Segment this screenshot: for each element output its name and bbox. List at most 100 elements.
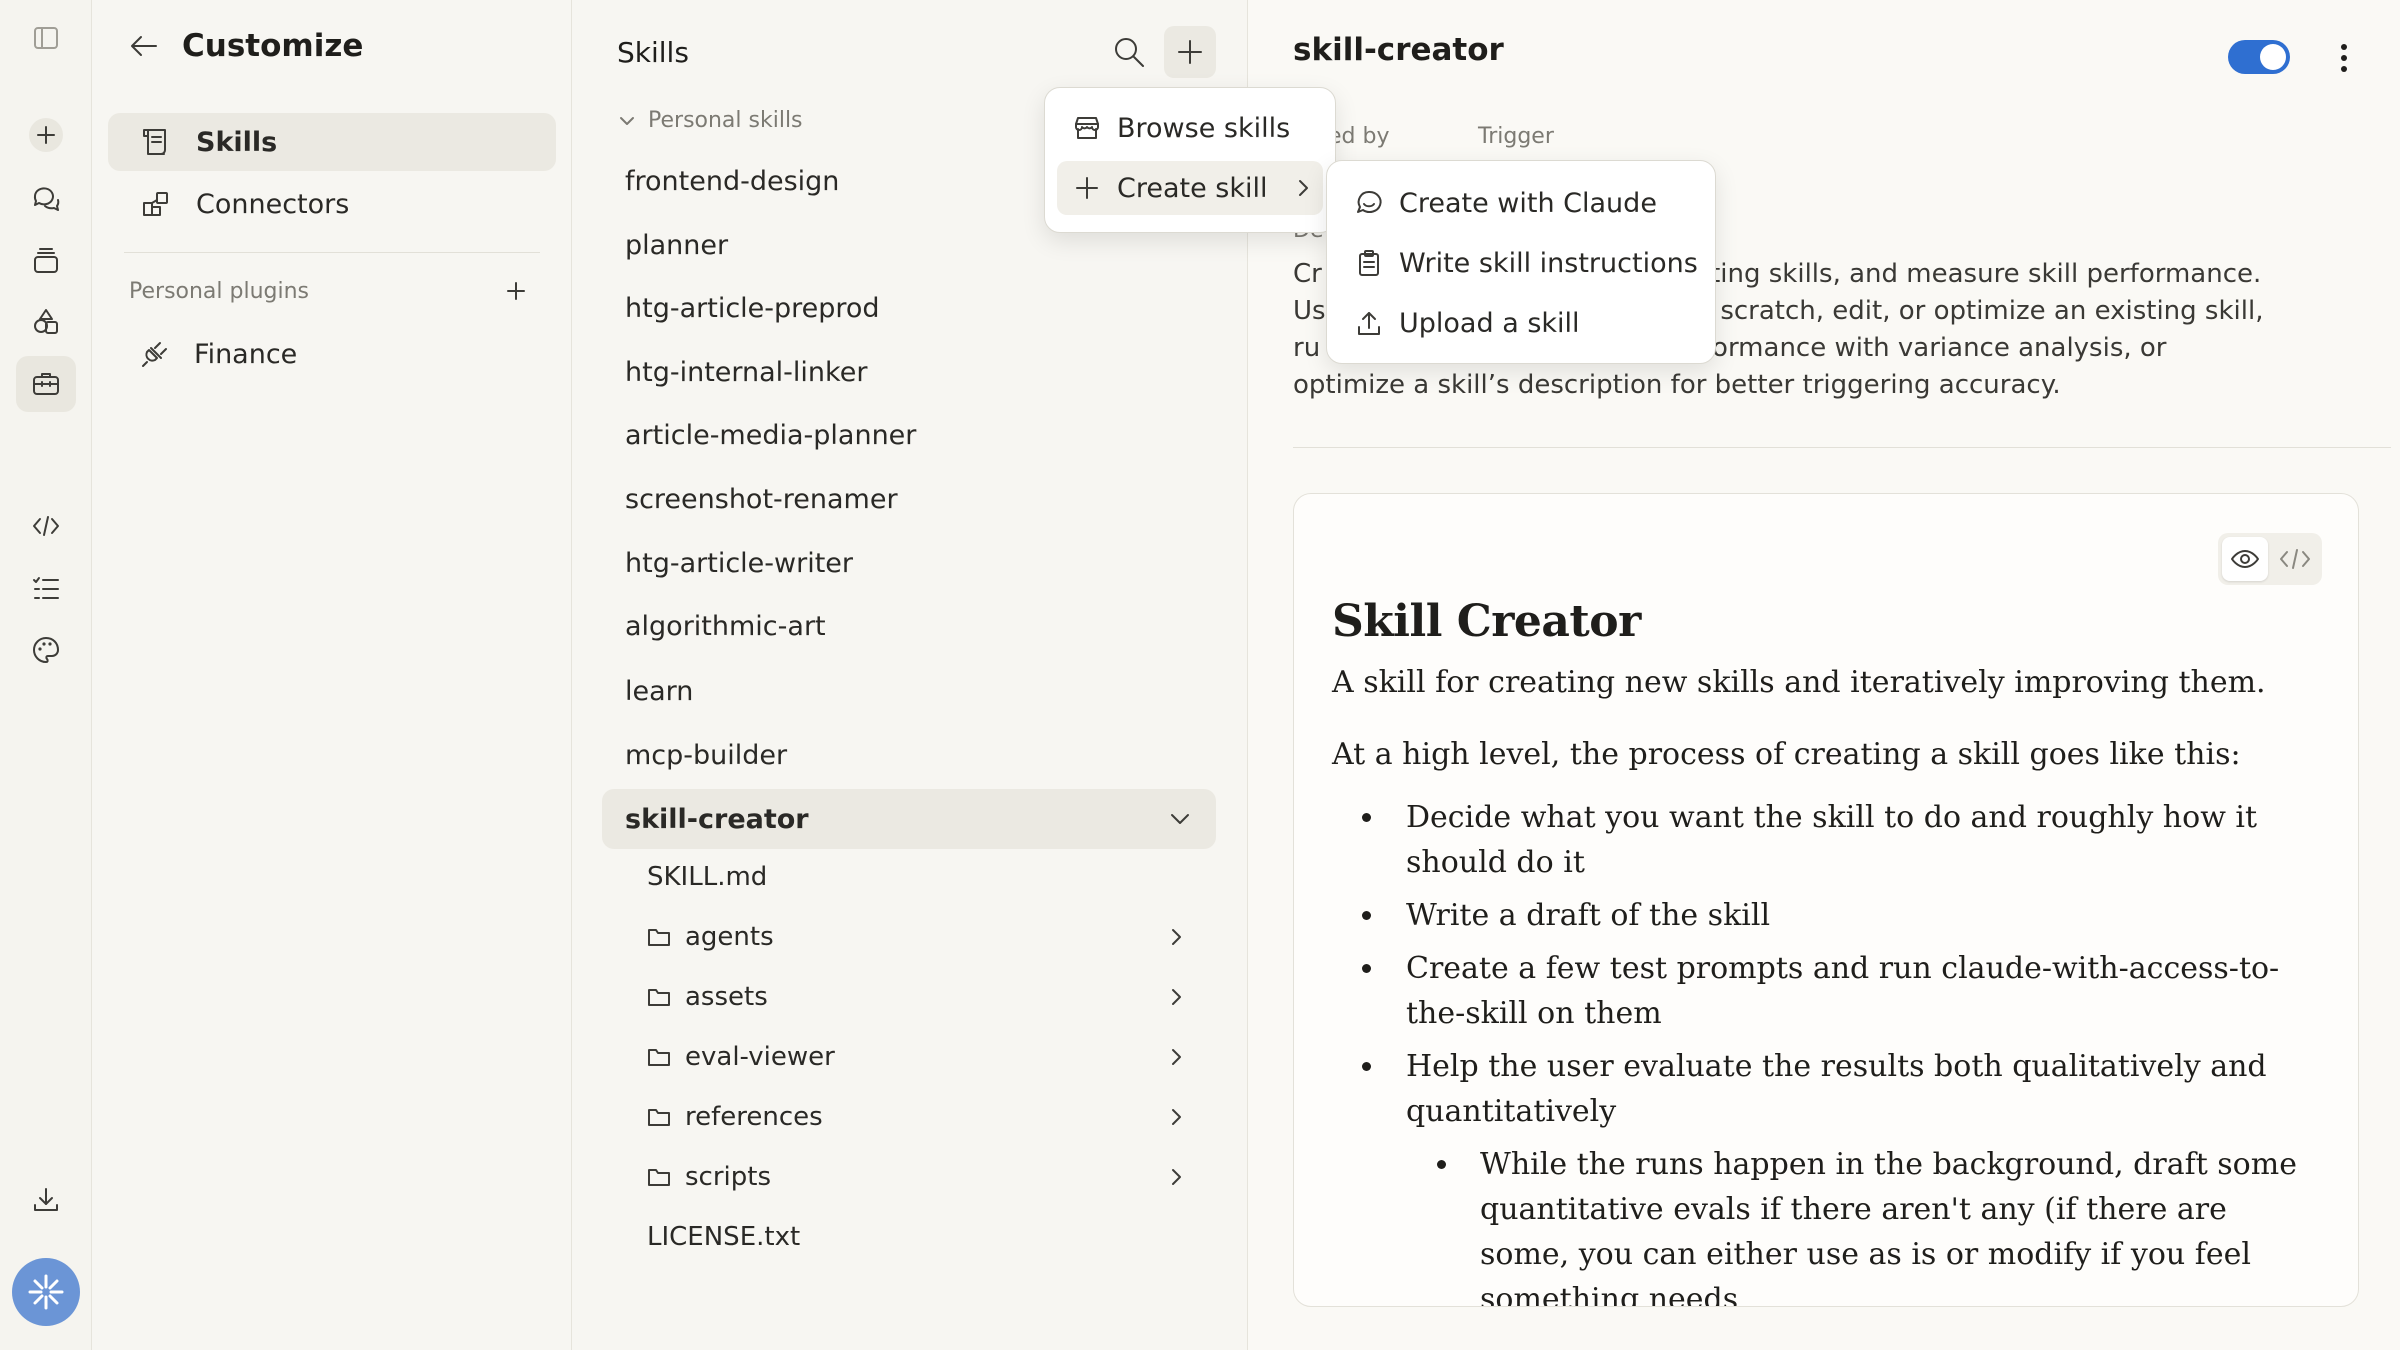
skill-item-selected[interactable]: skill-creator	[602, 789, 1216, 849]
skill-item[interactable]: htg-internal-linker	[602, 342, 1216, 402]
chats-icon[interactable]	[16, 170, 76, 226]
chevron-right-icon	[1165, 986, 1187, 1008]
file-name: SKILL.md	[647, 862, 768, 892]
menu-item-upload-skill[interactable]: Upload a skill	[1339, 296, 1703, 350]
skill-document-card: Skill Creator A skill for creating new s…	[1293, 493, 2359, 1307]
folder-item[interactable]: scripts	[647, 1152, 1187, 1202]
plugin-item-finance[interactable]: Finance	[108, 325, 556, 383]
palette-icon[interactable]	[16, 622, 76, 678]
folder-icon	[647, 1165, 671, 1189]
nav-item-skills[interactable]: Skills	[108, 113, 556, 171]
menu-item-label: Browse skills	[1117, 112, 1291, 144]
file-item[interactable]: LICENSE.txt	[647, 1212, 1187, 1262]
plugin-label: Finance	[194, 338, 298, 370]
menu-item-label: Write skill instructions	[1399, 247, 1698, 279]
folder-item[interactable]: eval-viewer	[647, 1032, 1187, 1082]
folder-name: agents	[685, 922, 774, 952]
artifacts-icon[interactable]	[16, 294, 76, 350]
claude-logo-icon	[28, 1274, 64, 1310]
connectors-icon	[140, 188, 172, 220]
plus-icon	[1073, 174, 1101, 202]
chevron-right-icon	[1165, 1046, 1187, 1068]
search-icon[interactable]	[1107, 30, 1151, 74]
add-plugin-icon[interactable]	[503, 278, 529, 304]
skill-document-body: Skill Creator A skill for creating new s…	[1332, 590, 2322, 1306]
clipboard-icon	[1355, 249, 1383, 277]
skills-title: Skills	[617, 36, 689, 69]
projects-icon[interactable]	[16, 233, 76, 289]
section-label: Personal plugins	[129, 278, 310, 304]
skill-item[interactable]: article-media-planner	[602, 405, 1216, 465]
nav-item-connectors[interactable]: Connectors	[108, 175, 556, 233]
avatar[interactable]	[12, 1258, 80, 1326]
skill-item[interactable]: learn	[602, 661, 1216, 721]
code-icon[interactable]	[16, 498, 76, 554]
view-mode-toggle	[2218, 533, 2322, 585]
new-chat-icon[interactable]	[16, 107, 76, 163]
chevron-right-icon	[1165, 926, 1187, 948]
menu-item-label: Create with Claude	[1399, 187, 1657, 219]
skill-enabled-toggle[interactable]	[2228, 40, 2290, 74]
document-heading: Skill Creator	[1332, 596, 1641, 647]
folder-item[interactable]: assets	[647, 972, 1187, 1022]
chevron-down-icon	[618, 112, 636, 130]
menu-item-label: Upload a skill	[1399, 307, 1580, 339]
menu-item-label: Create skill	[1117, 172, 1268, 204]
folder-item[interactable]: agents	[647, 912, 1187, 962]
nav-item-label: Connectors	[196, 188, 350, 220]
file-item[interactable]: SKILL.md	[647, 852, 1187, 902]
list-item: Write a draft of the skill	[1332, 893, 2322, 938]
list-item: Help the user evaluate the results both …	[1332, 1044, 2322, 1134]
list-item: Create a few test prompts and run claude…	[1332, 946, 2322, 1036]
divider	[1293, 447, 2391, 448]
folder-icon	[647, 1045, 671, 1069]
chat-bubble-icon	[1355, 189, 1383, 217]
page-title: Customize	[182, 28, 364, 64]
document-steps-list: Decide what you want the skill to do and…	[1332, 795, 2322, 1306]
skill-item[interactable]: mcp-builder	[602, 725, 1216, 785]
store-icon	[1073, 114, 1101, 142]
list-item: While the runs happen in the background,…	[1332, 1142, 2322, 1306]
divider	[124, 252, 540, 253]
customize-header: Customize	[128, 28, 363, 64]
back-arrow-icon[interactable]	[128, 30, 160, 62]
folder-name: eval-viewer	[685, 1042, 835, 1072]
plug-icon	[140, 339, 170, 369]
chevron-down-icon[interactable]	[1168, 807, 1192, 831]
customize-icon[interactable]	[16, 356, 76, 412]
menu-item-create-with-claude[interactable]: Create with Claude	[1339, 176, 1703, 230]
folder-name: assets	[685, 982, 768, 1012]
upload-icon	[1355, 309, 1383, 337]
tasks-icon[interactable]	[16, 561, 76, 617]
folder-name: scripts	[685, 1162, 771, 1192]
document-overview: At a high level, the process of creating…	[1332, 737, 2241, 772]
sidebar-toggle-icon[interactable]	[16, 10, 76, 66]
folder-icon	[647, 1105, 671, 1129]
file-name: LICENSE.txt	[647, 1222, 801, 1252]
section-label: Personal skills	[648, 108, 803, 133]
folder-icon	[647, 925, 671, 949]
create-skill-submenu: Create with Claude Write skill instructi…	[1326, 160, 1716, 364]
skills-icon	[140, 126, 172, 158]
preview-eye-icon[interactable]	[2222, 537, 2268, 581]
create-menu: Browse skills Create skill	[1044, 87, 1336, 233]
folder-item[interactable]: references	[647, 1092, 1187, 1142]
source-code-icon[interactable]	[2272, 537, 2318, 581]
download-icon[interactable]	[16, 1172, 76, 1228]
trigger-label: Trigger	[1478, 124, 1554, 149]
menu-item-write-instructions[interactable]: Write skill instructions	[1339, 236, 1703, 290]
enabled-by-label: ed by	[1328, 124, 1390, 149]
chevron-right-icon	[1292, 177, 1314, 199]
menu-item-create-skill[interactable]: Create skill	[1057, 161, 1323, 215]
skill-title: skill-creator	[1293, 32, 1504, 68]
skill-item[interactable]: htg-article-writer	[602, 533, 1216, 593]
menu-item-browse-skills[interactable]: Browse skills	[1057, 101, 1323, 155]
skill-item[interactable]: screenshot-renamer	[602, 469, 1216, 529]
skill-item[interactable]: htg-article-preprod	[602, 278, 1216, 338]
chevron-right-icon	[1165, 1106, 1187, 1128]
more-options-icon[interactable]	[2326, 38, 2362, 78]
personal-skills-header[interactable]: Personal skills	[618, 108, 803, 133]
folder-icon	[647, 985, 671, 1009]
add-skill-button[interactable]	[1164, 26, 1216, 78]
skill-item[interactable]: algorithmic-art	[602, 596, 1216, 656]
